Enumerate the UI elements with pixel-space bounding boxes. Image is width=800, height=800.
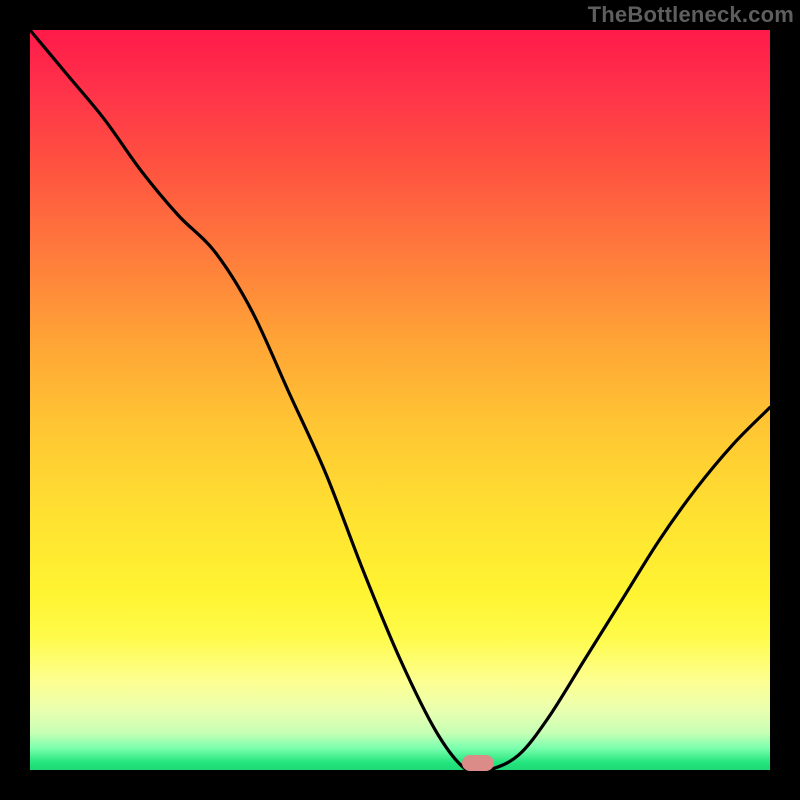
attribution-text: TheBottleneck.com bbox=[588, 2, 794, 28]
chart-frame: TheBottleneck.com bbox=[0, 0, 800, 800]
bottleneck-curve bbox=[30, 30, 770, 773]
curve-svg bbox=[30, 30, 770, 770]
plot-area bbox=[30, 30, 770, 770]
min-marker bbox=[462, 755, 494, 771]
